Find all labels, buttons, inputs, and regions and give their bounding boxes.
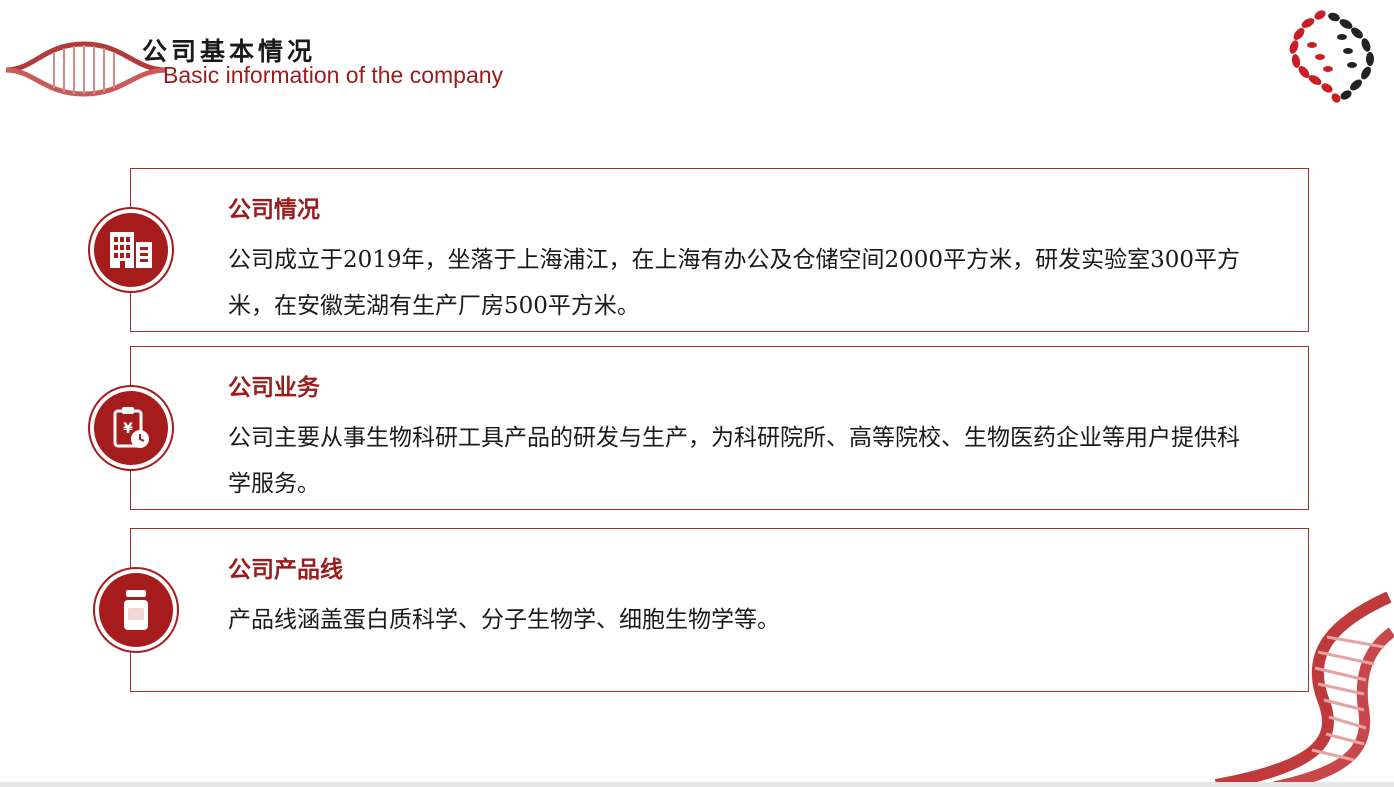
section-text: 公司主要从事生物科研工具产品的研发与生产，为科研院所、高等院校、生物医药企业等用… [228, 425, 1240, 497]
section-title: 公司业务 [228, 374, 320, 401]
section-company-overview: 公司情况 公司成立于2019年，坐落于上海浦江，在上海有办公及仓储空间2000平… [130, 168, 1309, 332]
company-logo [1289, 10, 1374, 103]
bottle-icon [93, 567, 179, 653]
page-subtitle: Basic information of the company [163, 62, 504, 88]
section-title: 公司情况 [228, 196, 320, 223]
section-company-business: 公司业务 公司主要从事生物科研工具产品的研发与生产，为科研院所、高等院校、生物医… [130, 346, 1309, 510]
section-text: 公司成立于2019年，坐落于上海浦江，在上海有办公及仓储空间2000平方米，研发… [228, 247, 1240, 319]
building-icon [88, 207, 174, 293]
bottom-scrollbar-track [0, 782, 1394, 787]
section-text: 产品线涵盖蛋白质科学、分子生物学、细胞生物学等。 [228, 607, 780, 633]
svg-text:¥: ¥ [123, 421, 133, 437]
section-product-lines: 公司产品线 产品线涵盖蛋白质科学、分子生物学、细胞生物学等。 [130, 528, 1309, 692]
clipboard-yuan-clock-icon: ¥ [88, 385, 174, 471]
dna-helix-decoration [1214, 592, 1394, 787]
section-title: 公司产品线 [228, 556, 343, 583]
